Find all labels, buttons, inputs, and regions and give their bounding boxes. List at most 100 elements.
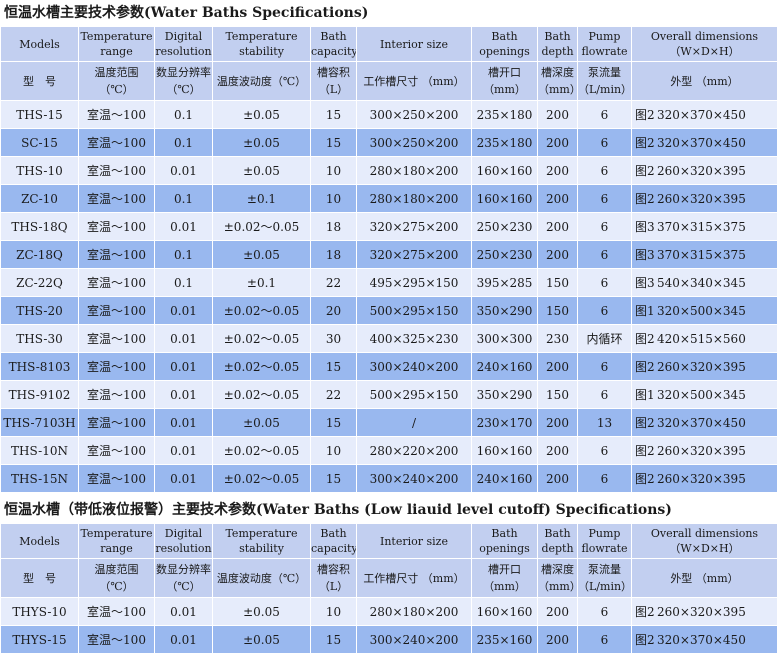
cell-stab: ±0.02～0.05	[212, 324, 311, 353]
cell-range: 室温～100	[78, 296, 155, 325]
cell-model: THS-18Q	[0, 212, 79, 241]
spec-page: 恒温水槽主要技术参数(Water Baths Specifications) M…	[0, 0, 777, 670]
cell-model: THS-10N	[0, 436, 79, 465]
cell-depth: 200	[537, 408, 578, 437]
cell-pump: 6	[577, 100, 632, 129]
dimensions-value: 260×320×395	[657, 360, 746, 374]
cell-range: 室温～100	[78, 268, 155, 297]
cell-cap: 22	[310, 268, 357, 297]
cell-stab: ±0.05	[212, 240, 311, 269]
cell-res: 0.01	[154, 464, 213, 493]
cell-depth: 200	[537, 625, 578, 654]
cell-interior: 300×250×200	[356, 100, 472, 129]
table-row: THYS-10 室温～100 0.01 ±0.05 10 280×180×200 160×1…	[0, 597, 777, 626]
cell-open: 160×160	[471, 436, 538, 465]
header-zh-digital-resolution: 数显分辨率（℃）	[154, 61, 213, 101]
cell-range: 室温～100	[78, 212, 155, 241]
cell-res: 0.01	[154, 352, 213, 381]
header-models: Models	[0, 523, 79, 559]
cell-res: 0.01	[154, 408, 213, 437]
cell-model: ZC-10	[0, 184, 79, 213]
cell-cap: 15	[310, 352, 357, 381]
cell-res: 0.01	[154, 625, 213, 654]
cell-interior: 300×240×200	[356, 464, 472, 493]
cell-interior: 320×275×200	[356, 240, 472, 269]
cell-cap: 10	[310, 184, 357, 213]
cell-dimensions: 图1 320×500×345	[631, 380, 777, 409]
cell-dimensions: 图2 260×320×395	[631, 464, 777, 493]
figure-ref: 图3	[635, 276, 655, 290]
figure-ref: 图2	[635, 192, 655, 206]
table-row: THS-18Q 室温～100 0.01 ±0.02～0.05 18 320×275×200…	[0, 212, 777, 241]
table-row: ZC-22Q 室温～100 0.1 ±0.1 22 495×295×150 395×285 1…	[0, 268, 777, 297]
cell-cap: 10	[310, 156, 357, 185]
cell-interior: 495×295×150	[356, 268, 472, 297]
cell-pump: 6	[577, 597, 632, 626]
cell-stab: ±0.1	[212, 268, 311, 297]
cell-model: ZC-22Q	[0, 268, 79, 297]
table2: Models Temperature range Digital resolutio…	[0, 523, 777, 654]
cell-range: 室温～100	[78, 597, 155, 626]
cell-stab: ±0.02～0.05	[212, 352, 311, 381]
header-row-zh: 型 号温度范围 （℃） 数显分辨率（℃） 温度波动度（℃） 槽容积（L） 工作槽尺寸 （…	[0, 61, 777, 101]
header-bath-capacity: Bath capacity	[310, 523, 357, 559]
header-zh-bath-openings: 槽开口 （mm）	[471, 61, 538, 101]
table-row: ZC-18Q 室温～100 0.1 ±0.05 18 320×275×200 250×230…	[0, 240, 777, 269]
cell-stab: ±0.05	[212, 625, 311, 654]
cell-dimensions: 图2 420×515×560	[631, 324, 777, 353]
dimensions-value: 320×500×345	[657, 388, 746, 402]
cell-cap: 18	[310, 240, 357, 269]
figure-ref: 图3	[635, 220, 655, 234]
cell-res: 0.01	[154, 212, 213, 241]
header-digital-resolution: Digital resolution	[154, 26, 213, 62]
figure-ref: 图1	[635, 304, 655, 318]
header-zh-bath-capacity: 槽容积（L）	[310, 558, 357, 598]
figure-ref: 图2	[635, 472, 655, 486]
cell-open: 235×180	[471, 128, 538, 157]
cell-stab: ±0.02～0.05	[212, 464, 311, 493]
cell-range: 室温～100	[78, 352, 155, 381]
cell-depth: 200	[537, 128, 578, 157]
header-interior-size: Interior size	[356, 26, 472, 62]
cell-model: THS-7103H	[0, 408, 79, 437]
figure-ref: 图1	[635, 388, 655, 402]
cell-stab: ±0.05	[212, 128, 311, 157]
cell-model: THS-30	[0, 324, 79, 353]
header-zh-digital-resolution: 数显分辨率（℃）	[154, 558, 213, 598]
cell-pump: 6	[577, 240, 632, 269]
figure-ref: 图2	[635, 136, 655, 150]
header-pump-flowrate: Pump flowrate	[577, 523, 632, 559]
cell-range: 室温～100	[78, 464, 155, 493]
cell-dimensions: 图2 320×370×450	[631, 408, 777, 437]
cell-pump: 6	[577, 464, 632, 493]
header-row-en: Models Temperature range Digital resolutio…	[0, 523, 777, 559]
dimensions-value: 320×370×450	[657, 136, 746, 150]
header-temperature-stability: Temperature stability	[212, 523, 311, 559]
header-bath-openings: Bath openings	[471, 523, 538, 559]
header-interior-size: Interior size	[356, 523, 472, 559]
cell-pump: 6	[577, 625, 632, 654]
dimensions-value: 320×370×450	[657, 633, 746, 647]
cell-dimensions: 图2 260×320×395	[631, 352, 777, 381]
cell-pump: 内循环	[577, 324, 632, 353]
header-zh-temperature-range: 温度范围 （℃）	[78, 61, 155, 101]
table-row: THS-20 室温～100 0.01 ±0.02～0.05 20 500×295×150 3…	[0, 296, 777, 325]
header-overall-dimensions: Overall dimensions （W×D×H）	[631, 26, 777, 62]
header-zh-temperature-stability: 温度波动度（℃）	[212, 558, 311, 598]
cell-model: THYS-10	[0, 597, 79, 626]
cell-open: 240×160	[471, 352, 538, 381]
cell-interior: 400×325×230	[356, 324, 472, 353]
cell-open: 300×300	[471, 324, 538, 353]
header-bath-depth: Bath depth	[537, 26, 578, 62]
cell-interior: /	[356, 408, 472, 437]
header-bath-depth: Bath depth	[537, 523, 578, 559]
cell-model: THS-9102	[0, 380, 79, 409]
header-zh-overall-dimensions: 外型 （mm）	[631, 558, 777, 598]
cell-cap: 15	[310, 100, 357, 129]
table-row: THS-10 室温～100 0.01 ±0.05 10 280×180×200 160×16…	[0, 156, 777, 185]
cell-depth: 200	[537, 156, 578, 185]
table-row: THS-15 室温～100 0.1 ±0.05 15 300×250×200 235×180…	[0, 100, 777, 129]
header-zh-bath-depth: 槽深度（mm）	[537, 61, 578, 101]
figure-ref: 图2	[635, 164, 655, 178]
cell-model: SC-15	[0, 128, 79, 157]
